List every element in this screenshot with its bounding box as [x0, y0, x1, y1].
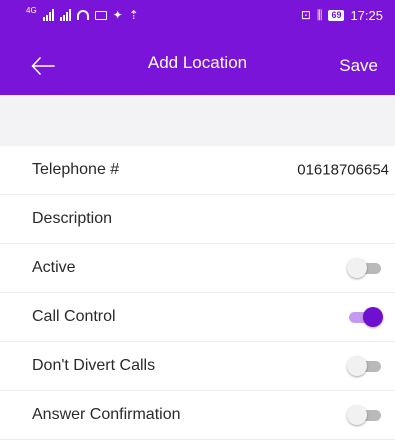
cell-signal-icon	[42, 9, 54, 21]
description-row[interactable]: Description	[0, 195, 395, 244]
toggle-thumb	[347, 405, 367, 425]
dont-divert-label: Don't Divert Calls	[32, 357, 156, 374]
toggle-thumb	[363, 307, 383, 327]
telephone-label: Telephone #	[32, 161, 120, 178]
toggle-thumb	[347, 258, 367, 278]
cell-signal-2-icon	[59, 9, 71, 21]
save-button[interactable]: Save	[339, 56, 378, 76]
active-toggle[interactable]	[347, 258, 381, 278]
top-app-bar: 4G ✦ ⇡ ⊡ ⫼ 69 17:25 Add Location Save	[0, 0, 395, 95]
app-notification-icon: ✦	[112, 8, 123, 22]
telephone-value[interactable]: 01618706654	[297, 162, 389, 179]
call-control-row: Call Control	[0, 293, 395, 342]
active-row: Active	[0, 244, 395, 293]
answer-confirmation-row: Answer Confirmation	[0, 391, 395, 440]
app-bar: Add Location Save	[0, 44, 395, 88]
clock: 17:25	[350, 7, 383, 23]
nfc-icon: ⊡	[300, 8, 311, 22]
active-label: Active	[32, 259, 76, 276]
status-right: ⊡ ⫼ 69 17:25	[301, 6, 383, 24]
status-bar: 4G ✦ ⇡ ⊡ ⫼ 69 17:25	[0, 0, 395, 30]
network-type-label: 4G	[26, 6, 37, 15]
section-spacer	[0, 95, 395, 146]
upload-notification-icon: ⇡	[128, 8, 139, 22]
notification-icon	[94, 10, 107, 20]
call-control-label: Call Control	[32, 308, 116, 325]
dont-divert-row: Don't Divert Calls	[0, 342, 395, 391]
status-left: 4G ✦ ⇡	[26, 6, 139, 24]
page-title: Add Location	[147, 53, 248, 72]
wifi-icon	[76, 10, 89, 20]
description-label: Description	[32, 210, 113, 227]
vibrate-icon: ⫼	[316, 7, 323, 22]
battery-icon: 69	[328, 9, 345, 21]
telephone-row[interactable]: Telephone # 01618706654	[0, 146, 395, 195]
answer-confirmation-toggle[interactable]	[347, 405, 381, 425]
answer-confirmation-label: Answer Confirmation	[32, 406, 181, 423]
call-control-toggle[interactable]	[347, 307, 383, 327]
toggle-thumb	[347, 356, 367, 376]
location-form: Telephone # 01618706654 Description Acti…	[0, 146, 395, 440]
dont-divert-toggle[interactable]	[347, 356, 381, 376]
